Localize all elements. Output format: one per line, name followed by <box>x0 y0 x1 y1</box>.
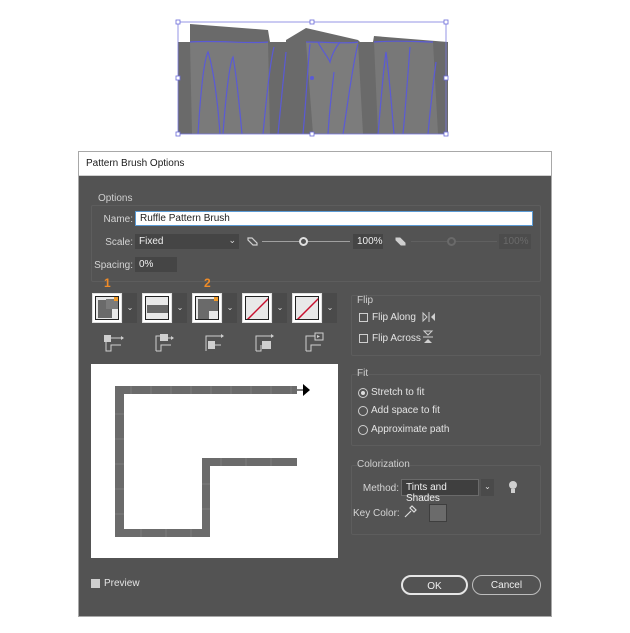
chevron-down-icon: ⌄ <box>228 235 236 245</box>
path-segment-middle <box>202 458 210 537</box>
lightbulb-tip-icon[interactable] <box>508 480 518 494</box>
flip-along-label[interactable]: Flip Along <box>372 312 416 323</box>
flip-across-checkbox[interactable] <box>359 334 368 343</box>
add-space-to-fit-label[interactable]: Add space to fit <box>371 405 440 416</box>
options-group-label: Options <box>98 193 133 204</box>
cancel-button[interactable]: Cancel <box>472 575 541 595</box>
end-tile-icon <box>305 332 324 352</box>
preview-label[interactable]: Preview <box>104 578 140 589</box>
flip-across-label[interactable]: Flip Across <box>372 333 421 344</box>
pattern-brush-options-dialog: Pattern Brush Options Options Name: Scal… <box>78 151 552 617</box>
start-tile[interactable]: ⌄ <box>242 293 288 325</box>
method-dropdown[interactable]: Tints and Shades <box>401 479 479 504</box>
stretch-to-fit-label[interactable]: Stretch to fit <box>371 387 424 398</box>
tile-marker <box>114 297 118 301</box>
none-slash-icon <box>246 297 268 319</box>
brush-preview-path <box>115 384 310 537</box>
method-dropdown-chevron[interactable]: ⌄ <box>481 479 494 496</box>
ruffle-artwork-svg <box>175 19 449 137</box>
end-tile-swatch[interactable] <box>292 293 322 323</box>
pattern-preview <box>147 305 168 313</box>
outer-corner-tile[interactable]: ⌄ <box>142 293 188 325</box>
start-tile-swatch[interactable] <box>242 293 272 323</box>
eyedropper-icon[interactable] <box>403 505 417 519</box>
flip-along-icon <box>422 311 435 323</box>
max-scale-icon <box>395 237 406 246</box>
method-label: Method: <box>362 483 399 494</box>
side-tile[interactable]: ⌄ <box>92 293 138 325</box>
min-scale-slider-knob[interactable] <box>299 237 308 246</box>
max-scale-slider-knob <box>447 237 456 246</box>
start-tile-dropdown[interactable]: ⌄ <box>273 293 287 323</box>
min-scale-field[interactable]: 100% <box>353 234 383 249</box>
callout-2: 2 <box>204 276 211 290</box>
ok-button[interactable]: OK <box>401 575 468 595</box>
fit-group-label: Fit <box>357 368 369 379</box>
outer-corner-tile-swatch[interactable] <box>142 293 172 323</box>
tile-marker <box>214 297 218 301</box>
spacing-field[interactable]: 0% <box>135 257 177 272</box>
colorization-group <box>351 465 541 535</box>
path-segment-bottom <box>115 529 210 537</box>
end-tile[interactable]: ⌄ <box>292 293 338 325</box>
path-direction-arrow-icon <box>303 384 310 396</box>
inner-corner-tile[interactable]: ⌄ <box>192 293 238 325</box>
flip-across-icon <box>422 330 434 343</box>
key-color-label: Key Color: <box>353 508 400 519</box>
stretch-to-fit-radio[interactable] <box>358 388 368 398</box>
brush-preview <box>91 364 338 558</box>
name-label: Name: <box>103 214 133 225</box>
preview-checkbox[interactable] <box>91 579 100 588</box>
approximate-path-radio[interactable] <box>358 425 368 435</box>
side-tile-dropdown[interactable]: ⌄ <box>123 293 137 323</box>
scale-label: Scale: <box>105 237 133 248</box>
colorization-group-label: Colorization <box>357 459 410 470</box>
side-tile-swatch[interactable] <box>92 293 122 323</box>
ruffle-artwork[interactable] <box>175 19 449 137</box>
inner-corner-tile-dropdown[interactable]: ⌄ <box>223 293 237 323</box>
path-segment-right <box>202 458 297 466</box>
key-color-swatch[interactable] <box>429 504 447 522</box>
add-space-to-fit-radio[interactable] <box>358 406 368 416</box>
inner-corner-tile-icon <box>205 334 224 351</box>
min-scale-icon <box>247 237 258 246</box>
flip-group <box>351 295 541 356</box>
outer-corner-tile-dropdown[interactable]: ⌄ <box>173 293 187 323</box>
outer-corner-tile-icon <box>155 334 174 352</box>
max-scale-field: 100% <box>499 234 531 249</box>
callout-1: 1 <box>104 276 111 290</box>
flip-group-label: Flip <box>357 295 374 306</box>
scale-dropdown[interactable]: Fixed ⌄ <box>135 234 239 249</box>
none-slash-icon <box>296 297 318 319</box>
spacing-label: Spacing: <box>94 260 133 271</box>
start-tile-icon <box>255 334 274 352</box>
path-segment-top <box>115 386 297 394</box>
approximate-path-label[interactable]: Approximate path <box>371 424 449 435</box>
end-tile-dropdown[interactable]: ⌄ <box>323 293 337 323</box>
name-input[interactable] <box>135 211 533 226</box>
side-tile-icon <box>104 335 124 352</box>
dialog-title: Pattern Brush Options <box>79 152 551 176</box>
scale-dropdown-value: Fixed <box>139 236 164 247</box>
flip-along-checkbox[interactable] <box>359 313 368 322</box>
path-segment-left <box>115 386 124 537</box>
inner-corner-tile-swatch[interactable] <box>192 293 222 323</box>
